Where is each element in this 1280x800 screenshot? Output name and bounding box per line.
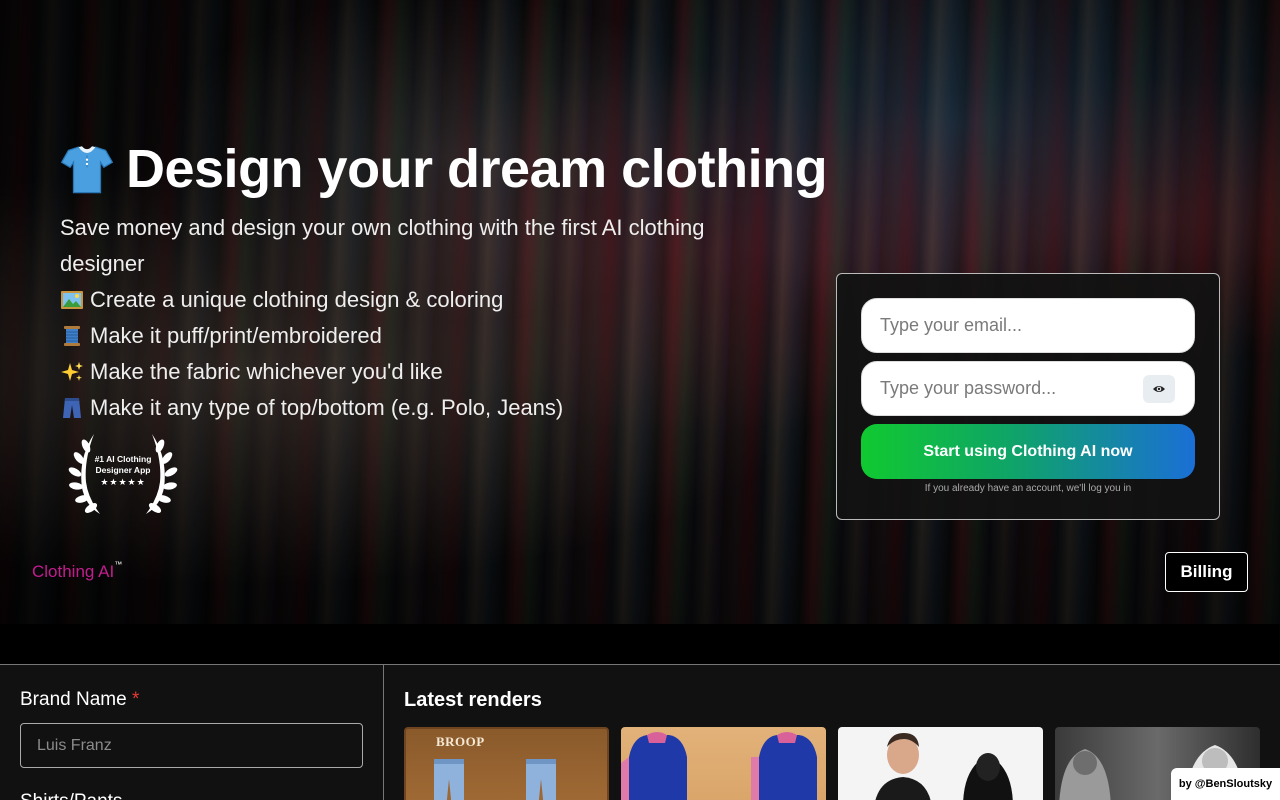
- render-thumbnail[interactable]: [838, 727, 1043, 800]
- shirts-pants-label: Shirts/Pants: [20, 791, 122, 800]
- render-thumbnail-label: BROOP: [436, 734, 485, 749]
- hero-headline: Design your dream clothing: [60, 138, 828, 200]
- show-password-button[interactable]: [1143, 375, 1175, 403]
- feature-item: Make the fabric whichever you'd like: [60, 354, 563, 390]
- trademark-mark: ™: [114, 560, 123, 569]
- page-title: Design your dream clothing: [126, 139, 828, 199]
- design-form: Brand Name * Shirts/Pants: [0, 665, 384, 800]
- brand-logo[interactable]: Clothing AI™: [32, 560, 123, 582]
- award-line-1: #1 AI Clothing: [94, 454, 152, 464]
- renders-title: Latest renders: [404, 689, 542, 711]
- sparkles-icon: [61, 362, 83, 381]
- start-button[interactable]: Start using Clothing AI now: [861, 424, 1195, 479]
- hero-subtitle: Save money and design your own clothing …: [60, 215, 705, 276]
- brand-name-label: Brand Name *: [20, 689, 140, 710]
- password-field-wrapper: [861, 361, 1195, 416]
- designer-section: Brand Name * Shirts/Pants Latest renders…: [0, 664, 1280, 800]
- thread-spool-icon: [64, 326, 80, 346]
- feature-item: Make it any type of top/bottom (e.g. Pol…: [60, 390, 563, 426]
- hero-section: Design your dream clothing Save money an…: [0, 0, 1280, 624]
- email-field-wrapper: [861, 298, 1195, 353]
- render-thumbnail[interactable]: [621, 727, 826, 800]
- signup-card: Start using Clothing AI now If you alrea…: [836, 273, 1220, 520]
- award-badge: #1 AI Clothing Designer App ★★★★★: [64, 428, 182, 516]
- award-line-2: Designer App: [95, 465, 151, 475]
- feature-item: Make it puff/print/embroidered: [60, 318, 563, 354]
- framed-picture-icon: [61, 291, 83, 309]
- award-stars: ★★★★★: [100, 477, 146, 487]
- email-field[interactable]: [862, 299, 1194, 352]
- tshirt-icon: [60, 146, 114, 194]
- author-credit-link[interactable]: by @BenSloutsky: [1171, 768, 1280, 800]
- feature-item: Create a unique clothing design & colori…: [60, 282, 563, 318]
- required-marker: *: [131, 689, 140, 710]
- brand-name-input[interactable]: [20, 723, 363, 768]
- eye-icon: [1153, 386, 1165, 392]
- renders-panel: Latest renders BROOP: [384, 665, 1280, 800]
- feature-list: Create a unique clothing design & colori…: [60, 282, 563, 426]
- render-thumbnail[interactable]: BROOP: [404, 727, 609, 800]
- billing-button[interactable]: Billing: [1165, 552, 1248, 592]
- login-hint: If you already have an account, we'll lo…: [924, 483, 1132, 494]
- jeans-icon: [63, 398, 81, 418]
